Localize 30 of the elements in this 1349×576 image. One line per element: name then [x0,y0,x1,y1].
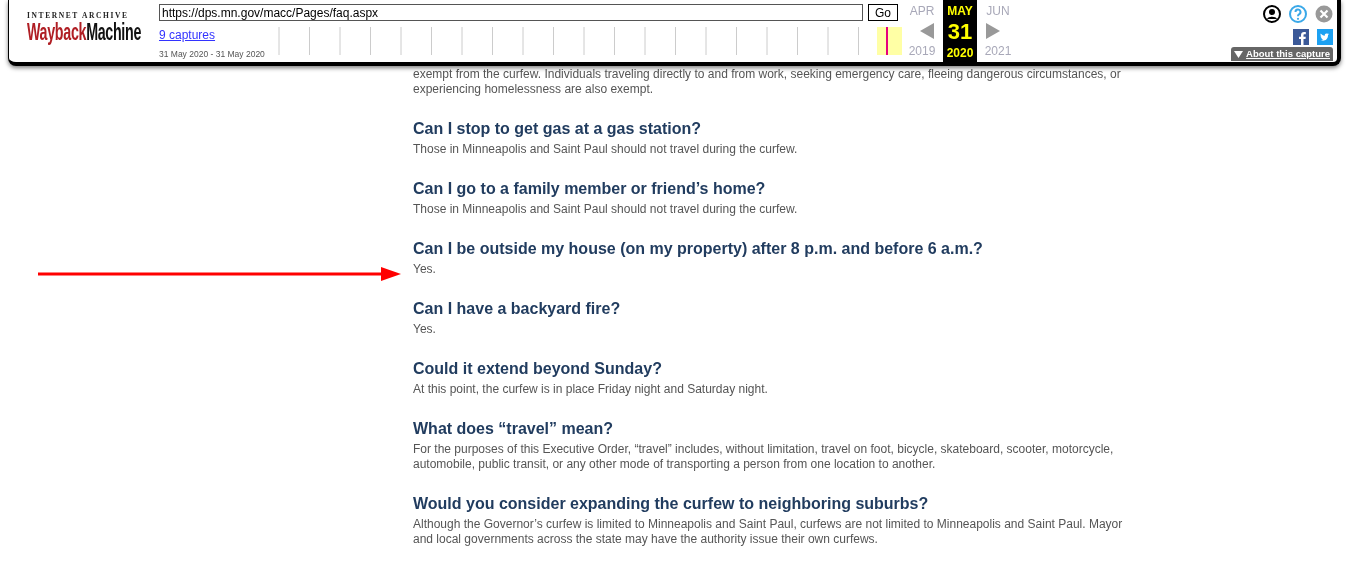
date-range: 31 May 2020 - 31 May 2020 [159,48,265,59]
answer-text: Although the Governor’s curfew is limited to Minneapolis and Saint Paul, curfews are not limited to Minneapolis and Saint Paul. Mayor and local governments across the state may have the authority issue their own curfews. [413,517,1124,547]
question-heading: Can I be outside my house (on my property) after 8 p.m. and before 6 a.m.? [413,238,984,259]
question-heading: Would you consider expanding the curfew to neighboring suburbs? [413,493,930,514]
close-icon[interactable] [1315,5,1333,23]
question-heading: Could it extend beyond Sunday? [413,358,663,379]
answer-text: Yes. [413,322,437,337]
answer-text: At this point, the curfew is in place Friday night and Saturday night. [413,382,769,397]
question-heading: What does “travel” mean? [413,418,615,439]
question-heading: Can I stop to get gas at a gas station? [413,118,703,139]
question-heading: Can I have a backyard fire? [413,298,622,319]
url-field[interactable]: https://dps.mn.gov/macc/Pages/faq.aspx [159,4,863,21]
answer-text: Those in Minneapolis and Saint Paul should not travel during the curfew. [413,142,799,157]
answer-text: Yes. [413,262,437,277]
user-icon[interactable] [1263,5,1281,23]
caret-icon [1234,51,1244,58]
about-capture-button[interactable]: About this capture [1231,47,1333,62]
answer-text: For the purposes of this Executive Order, “travel” includes, without limitation, travel on foot, bicycle, skateboard, scooter, motorcycle, automobile, public transit, or any other mode of transporting a person from one location to another. [413,442,1115,472]
prev-icon[interactable] [920,23,934,39]
question-heading: Can I go to a family member or friend’s home? [413,178,767,199]
help-icon[interactable] [1289,5,1307,23]
selected-date[interactable]: MAY 31 2020 [943,0,977,62]
answer-text: Those in Minneapolis and Saint Paul should not travel during the curfew. [413,202,799,217]
facebook-icon[interactable] [1293,29,1309,45]
captures-link[interactable]: 9 captures [159,28,216,42]
go-button[interactable]: Go [868,4,898,21]
logo-wordmark[interactable]: WaybackMachine [27,21,141,45]
twitter-icon[interactable] [1317,29,1333,45]
answer-text: exempt from the curfew. Individuals traveling directly to and from work, seeking emergency care, fleeing dangerous circumstances, or experiencing homelessness are also exempt. [413,67,1122,97]
next-icon[interactable] [986,23,1000,39]
